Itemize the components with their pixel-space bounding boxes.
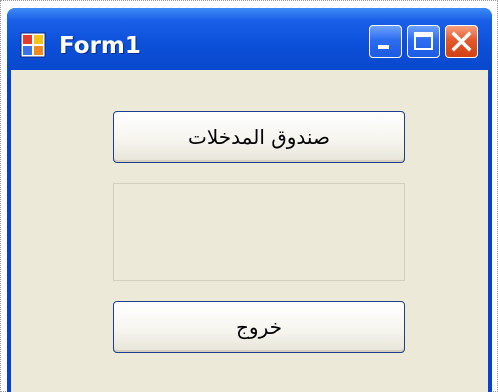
form-client-area: صندوق المدخلات خروج xyxy=(11,70,488,392)
maximize-icon xyxy=(414,32,433,50)
window-title: Form1 xyxy=(59,33,141,59)
close-icon xyxy=(451,31,472,52)
form-app-icon xyxy=(20,32,46,58)
title-bar[interactable]: Form1 xyxy=(7,8,492,78)
form-window: Form1 صندوق المدخلات خروج xyxy=(7,8,492,392)
close-button[interactable] xyxy=(445,25,478,58)
minimize-icon xyxy=(378,45,389,49)
exit-button[interactable]: خروج xyxy=(113,301,405,353)
maximize-button[interactable] xyxy=(407,25,440,58)
input-box-button[interactable]: صندوق المدخلات xyxy=(113,111,405,163)
minimize-button[interactable] xyxy=(369,25,402,58)
output-label xyxy=(113,183,405,281)
